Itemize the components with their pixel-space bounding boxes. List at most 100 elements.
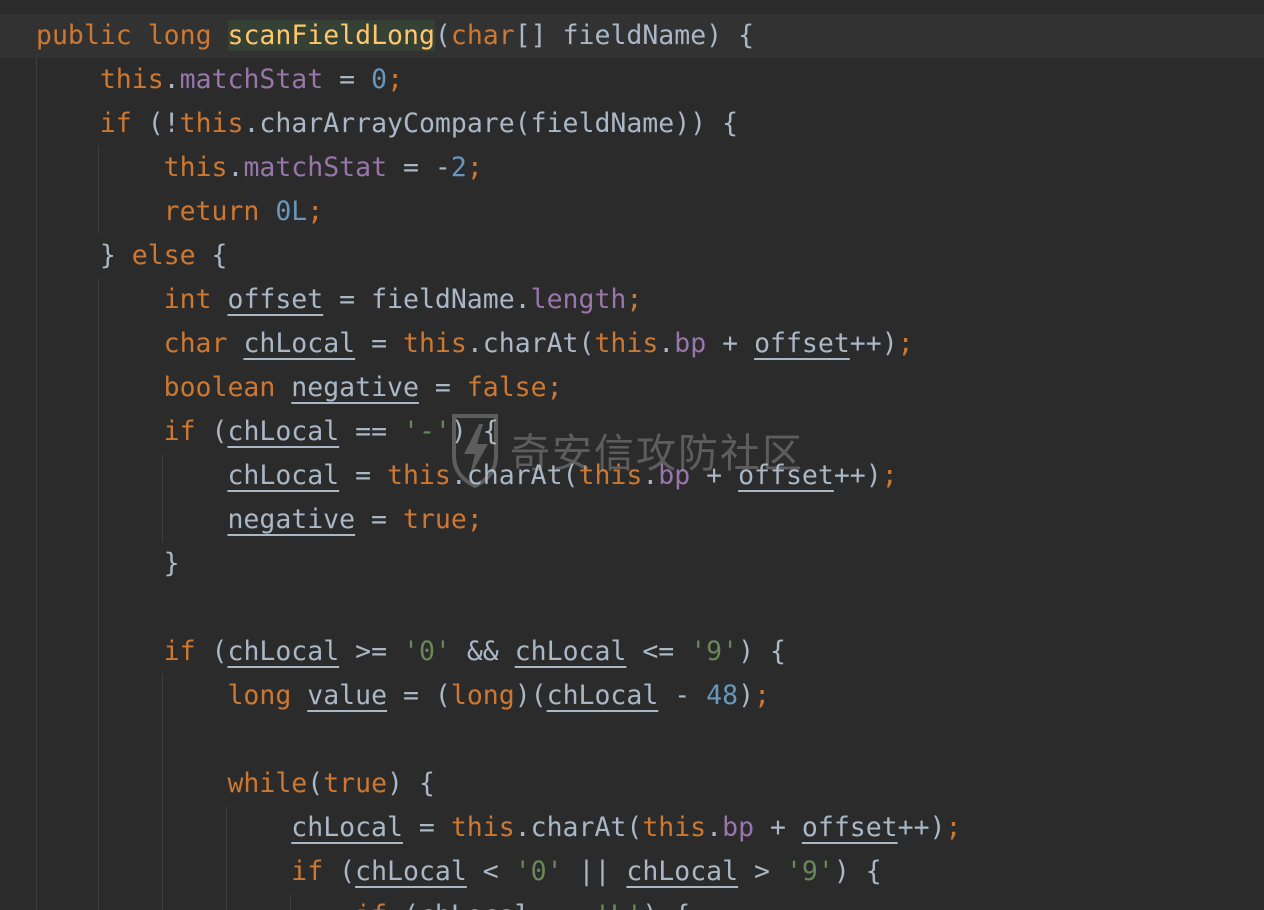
code-token: if <box>163 636 196 667</box>
code-token: ( <box>195 416 228 447</box>
code-token: negative <box>291 372 419 403</box>
code-token: - <box>658 680 707 711</box>
code-token: ; <box>754 680 771 711</box>
code-token: matchStat <box>179 64 324 95</box>
code-line: if (chLocal == '-') { <box>36 410 499 454</box>
code-token: || <box>562 856 627 887</box>
code-token: '-' <box>403 416 451 447</box>
code-token: ) { <box>387 768 435 799</box>
code-line: } <box>36 542 180 586</box>
code-token: if <box>291 856 324 887</box>
code-token: ; <box>307 196 324 227</box>
code-token: = <box>418 372 467 403</box>
code-token: this <box>578 460 643 491</box>
code-line: char chLocal = this.charAt(this.bp + off… <box>36 322 914 366</box>
code-token: '0' <box>514 856 563 887</box>
code-token: chLocal <box>546 680 659 711</box>
code-token: ++) <box>849 328 898 359</box>
code-token: >= <box>339 636 403 667</box>
code-token: public <box>36 20 132 51</box>
code-token: bp <box>658 460 691 491</box>
code-token: if <box>355 900 387 910</box>
code-token: long <box>227 680 292 711</box>
code-token: ) { <box>642 900 690 910</box>
code-token: .charAt( <box>450 460 579 491</box>
code-token: = <box>402 812 451 843</box>
code-token: this <box>450 812 515 843</box>
code-token: '9' <box>785 856 834 887</box>
code-token: ; <box>881 460 898 491</box>
code-token: ) <box>738 680 755 711</box>
code-line: int offset = fieldName.length; <box>36 278 643 322</box>
code-token: chLocal <box>227 636 340 667</box>
code-token: } <box>36 548 180 579</box>
code-token: = <box>339 460 388 491</box>
code-token: ; <box>466 504 483 535</box>
code-token: char <box>163 328 228 359</box>
code-line: if (chLocal < '0' || chLocal > '9') { <box>36 850 882 894</box>
code-token: + <box>706 328 755 359</box>
code-line: while(true) { <box>36 762 435 806</box>
code-token: true <box>323 768 388 799</box>
code-token: this <box>387 460 451 491</box>
code-token: <= <box>626 636 691 667</box>
code-token: chLocal <box>243 328 356 359</box>
code-token: } <box>36 240 132 271</box>
code-token: + <box>754 812 802 843</box>
code-token: ) { <box>738 636 786 667</box>
code-token: > <box>738 856 786 887</box>
code-token: + <box>690 460 739 491</box>
code-token: long <box>147 20 212 51</box>
code-line: if (chLocal >= '0' && chLocal <= '9') { <box>36 630 786 674</box>
code-token: if <box>163 416 196 447</box>
code-token: this <box>163 152 228 183</box>
code-token: bp <box>674 328 707 359</box>
code-line: } else { <box>36 234 228 278</box>
code-token: chLocal <box>626 856 739 887</box>
code-token: int <box>163 284 212 315</box>
code-token: ) { <box>833 856 882 887</box>
code-token: char <box>450 20 515 51</box>
code-token: ; <box>945 812 962 843</box>
code-line: return 0L; <box>36 190 324 234</box>
code-token: < <box>466 856 515 887</box>
code-token: = fieldName. <box>323 284 531 315</box>
code-token: false <box>466 372 547 403</box>
code-token: bp <box>722 812 755 843</box>
code-token: chLocal <box>291 812 403 843</box>
code-token: chLocal <box>355 856 467 887</box>
code-token: matchStat <box>243 152 388 183</box>
code-token: value <box>307 680 388 711</box>
code-token: 0L <box>275 196 308 227</box>
code-token: chLocal <box>227 416 340 447</box>
code-token: . <box>642 460 659 491</box>
code-token: this <box>403 328 467 359</box>
code-editor[interactable]: public long scanFieldLong(char[] fieldNa… <box>0 0 1264 910</box>
code-token: ; <box>466 152 483 183</box>
code-token: negative <box>227 504 356 535</box>
code-token: ; <box>626 284 643 315</box>
code-token: == <box>531 900 595 910</box>
code-token: . <box>227 152 244 183</box>
code-token: offset <box>801 812 898 843</box>
code-line: public long scanFieldLong(char[] fieldNa… <box>0 14 1264 58</box>
code-token: this <box>642 812 707 843</box>
code-token: . <box>706 812 723 843</box>
code-token: ( <box>195 636 228 667</box>
code-token: . <box>658 328 675 359</box>
